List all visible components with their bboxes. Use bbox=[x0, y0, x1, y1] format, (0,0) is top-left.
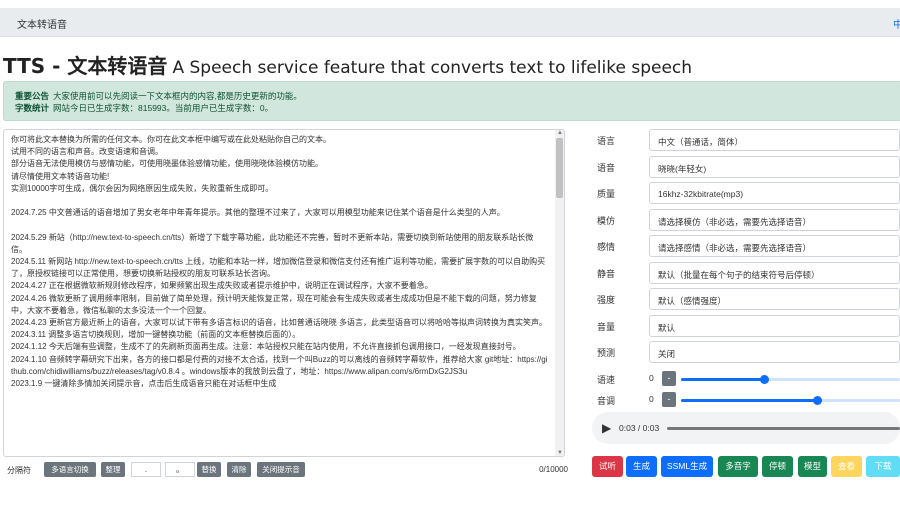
emotion-value: 请选择感情（非必选，需要先选择语音） bbox=[658, 243, 812, 253]
voice-value: 晓晓(年轻女) bbox=[658, 163, 707, 174]
notice-text-stats: 网站今日已生成字数：815993。当前用户已生成字数：0。 bbox=[53, 103, 274, 113]
text-input-content[interactable]: 你可将此文本替换为所需的任何文本。你可在此文本框中编写或在此处粘贴你自己的文本。… bbox=[11, 134, 549, 390]
download-button[interactable]: 下载 bbox=[866, 456, 900, 477]
ssml-generate-button[interactable]: SSML生成 bbox=[661, 456, 713, 477]
page-title-main: TTS - 文本转语音 bbox=[3, 54, 168, 78]
volume-row: 音量 默认 bbox=[590, 314, 900, 338]
strength-select[interactable]: 默认（感情强度） bbox=[649, 288, 900, 310]
notice-text-announcement: 大家使用前可以先阅读一下文本框内的内容,都是历史更新的功能。 bbox=[53, 91, 302, 101]
rate-label: 语速 bbox=[597, 374, 616, 385]
imitate-label: 模仿 bbox=[597, 215, 616, 226]
page-title: TTS - 文本转语音 A Speech service feature tha… bbox=[3, 50, 692, 79]
pitch-value: 0 bbox=[649, 394, 654, 404]
strength-row: 强度 默认（感情强度） bbox=[590, 287, 900, 311]
scroll-up-icon[interactable]: ▲ bbox=[557, 130, 563, 136]
strength-value: 默认（感情强度） bbox=[658, 296, 727, 306]
play-icon[interactable]: ▶ bbox=[602, 421, 611, 435]
textarea-scrollbar[interactable]: ▲ ▼ bbox=[555, 130, 564, 456]
text-input-area[interactable]: 你可将此文本替换为所需的任何文本。你可在此文本框中编写或在此处粘贴你自己的文本。… bbox=[3, 129, 565, 457]
pitch-slider-thumb[interactable] bbox=[812, 396, 822, 405]
language-select[interactable]: 中文（普通话，简体） bbox=[649, 129, 900, 151]
listen-button[interactable]: 试听 bbox=[592, 456, 623, 477]
language-row: 语言 中文（普通话，简体） bbox=[590, 128, 900, 152]
voice-label: 语音 bbox=[597, 162, 616, 173]
polyphone-button[interactable]: 多音字 bbox=[718, 456, 758, 477]
separator-label: 分隔符 bbox=[7, 466, 31, 475]
quality-row: 质量 16khz-32kbitrate(mp3) bbox=[590, 181, 900, 205]
language-value: 中文（普通话，简体） bbox=[658, 137, 744, 147]
silence-select[interactable]: 默认（批量在每个句子的结束符号后停顿） bbox=[649, 261, 900, 284]
pitch-minus-button[interactable]: - bbox=[662, 392, 676, 407]
quality-value: 16khz-32kbitrate(mp3) bbox=[658, 189, 744, 199]
audio-time: 0:03 / 0:03 bbox=[619, 423, 660, 433]
tidy-button[interactable]: 整理 bbox=[101, 462, 125, 477]
imitate-row: 模仿 请选择模仿（非必选，需要先选择语音） bbox=[590, 208, 900, 232]
pitch-slider-fill bbox=[681, 399, 817, 402]
preset-label: 预测 bbox=[597, 348, 616, 358]
rate-row: 语速 0 - bbox=[590, 367, 900, 391]
generate-button[interactable]: 生成 bbox=[626, 456, 657, 477]
notice-line-announcement: 重要公告 大家使用前可以先阅读一下文本框内的内容,都是历史更新的功能。 bbox=[15, 90, 302, 102]
notice-line-stats: 字数统计 网站今日已生成字数：815993。当前用户已生成字数：0。 bbox=[15, 102, 273, 114]
pause-button[interactable]: 停顿 bbox=[762, 456, 793, 477]
close-tip-sound-button[interactable]: 关闭提示音 bbox=[257, 462, 305, 477]
emotion-select[interactable]: 请选择感情（非必选，需要先选择语音） bbox=[649, 235, 900, 257]
volume-label: 音量 bbox=[597, 321, 616, 332]
quality-label: 质量 bbox=[597, 189, 616, 199]
voice-select[interactable]: 晓晓(年轻女) bbox=[649, 155, 900, 178]
silence-row: 静音 默认（批量在每个句子的结束符号后停顿） bbox=[590, 261, 900, 285]
separator-input-2[interactable]: 。 bbox=[165, 462, 195, 477]
silence-label: 静音 bbox=[597, 268, 616, 279]
preset-select[interactable]: 关闭 bbox=[649, 341, 900, 363]
replace-button[interactable]: 替换 bbox=[197, 462, 221, 477]
imitate-value: 请选择模仿（非必选，需要先选择语音） bbox=[658, 216, 812, 227]
volume-select[interactable]: 默认 bbox=[649, 314, 900, 337]
pitch-row: 音调 0 - bbox=[590, 388, 900, 412]
quality-select[interactable]: 16khz-32kbitrate(mp3) bbox=[649, 182, 900, 204]
view-button[interactable]: 查看 bbox=[831, 456, 862, 477]
action-buttons: 试听 生成 SSML生成 多音字 停顿 模型 查看 下载 bbox=[592, 456, 900, 478]
strength-label: 强度 bbox=[597, 295, 616, 305]
navbar: 文本转语音 中 bbox=[0, 8, 900, 37]
clear-button[interactable]: 清除 bbox=[227, 462, 251, 477]
char-counter: 0/10000 bbox=[539, 465, 568, 474]
pitch-label: 音调 bbox=[597, 396, 616, 406]
rate-slider-fill bbox=[681, 377, 765, 381]
volume-value: 默认 bbox=[658, 322, 676, 333]
separator-input-1[interactable]: . bbox=[131, 462, 161, 477]
text-toolbar: 分隔符 多语言切换 整理 . 。 替换 清除 关闭提示音 0/10000 bbox=[3, 462, 568, 478]
page-title-subtitle: A Speech service feature that converts t… bbox=[172, 58, 693, 78]
model-button[interactable]: 模型 bbox=[798, 456, 827, 477]
brand-link[interactable]: 文本转语音 bbox=[17, 16, 67, 31]
silence-value: 默认（批量在每个句子的结束符号后停顿） bbox=[658, 269, 820, 280]
language-label: 语言 bbox=[597, 136, 616, 146]
notice-label-announcement: 重要公告 bbox=[15, 91, 50, 101]
rate-slider[interactable] bbox=[681, 374, 900, 384]
pitch-slider[interactable] bbox=[681, 396, 900, 405]
notice-label-stats: 字数统计 bbox=[15, 103, 50, 113]
rate-slider-thumb[interactable] bbox=[760, 374, 770, 384]
rate-value: 0 bbox=[649, 372, 654, 383]
emotion-label: 感情 bbox=[597, 242, 616, 252]
audio-progress-bar[interactable] bbox=[667, 427, 900, 430]
audio-player: ▶ 0:03 / 0:03 bbox=[592, 412, 900, 444]
multilang-switch-button[interactable]: 多语言切换 bbox=[44, 462, 96, 477]
voice-row: 语音 晓晓(年轻女) bbox=[590, 155, 900, 179]
rate-minus-button[interactable]: - bbox=[662, 370, 676, 386]
scroll-down-icon[interactable]: ▼ bbox=[557, 450, 563, 456]
preset-row: 预测 关闭 bbox=[590, 340, 900, 364]
imitate-select[interactable]: 请选择模仿（非必选，需要先选择语音） bbox=[649, 208, 900, 231]
preset-value: 关闭 bbox=[658, 349, 676, 359]
emotion-row: 感情 请选择感情（非必选，需要先选择语音） bbox=[590, 234, 900, 258]
scrollbar-thumb[interactable] bbox=[556, 138, 563, 198]
language-switch-link[interactable]: 中 bbox=[893, 16, 900, 31]
notice-alert: 重要公告 大家使用前可以先阅读一下文本框内的内容,都是历史更新的功能。 字数统计网… bbox=[3, 81, 900, 121]
